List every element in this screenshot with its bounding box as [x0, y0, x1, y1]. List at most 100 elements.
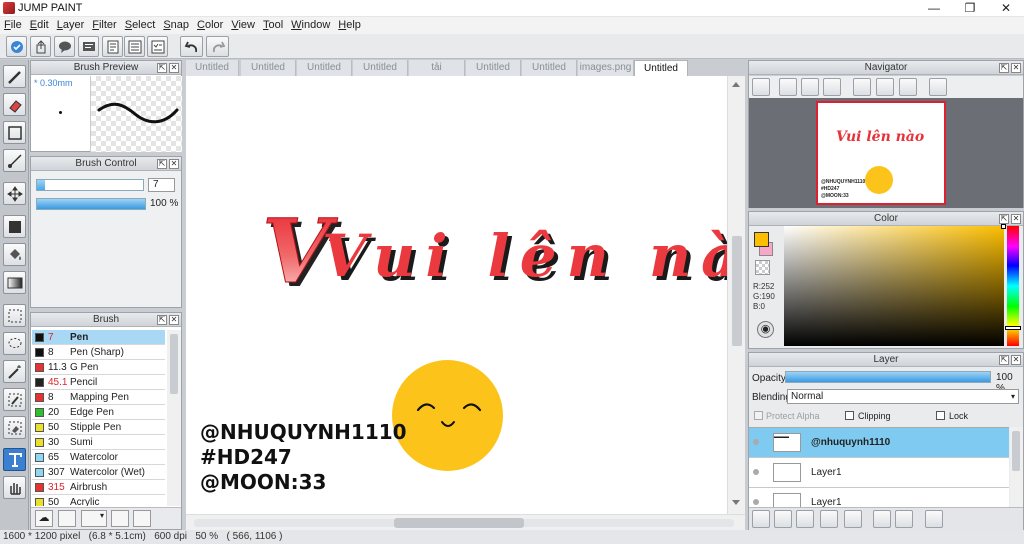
- brush-item[interactable]: 8 Pen (Sharp): [32, 345, 165, 360]
- redo-button[interactable]: [206, 36, 229, 57]
- message-icon[interactable]: [78, 36, 99, 57]
- menu-window[interactable]: Window: [287, 17, 334, 34]
- tab-untitled-3[interactable]: Untitled: [297, 60, 352, 76]
- lock-option[interactable]: Lock: [936, 411, 968, 421]
- new-layer-from-icon[interactable]: [774, 510, 792, 528]
- canvas-vertical-scrollbar[interactable]: [727, 76, 745, 514]
- transparent-color-swatch[interactable]: [755, 260, 770, 275]
- minimize-button[interactable]: —: [916, 0, 952, 17]
- duplicate-layer-icon[interactable]: [796, 510, 814, 528]
- menu-view[interactable]: View: [227, 17, 259, 34]
- brush-item[interactable]: 50 Acrylic: [32, 495, 165, 506]
- brush-item[interactable]: 8 Mapping Pen: [32, 390, 165, 405]
- brush-item[interactable]: 65 Watercolor: [32, 450, 165, 465]
- menu-color[interactable]: Color: [193, 17, 227, 34]
- brush-item[interactable]: 50 Stipple Pen: [32, 420, 165, 435]
- brush-list-scrollbar[interactable]: [167, 330, 181, 506]
- menu-tool[interactable]: Tool: [259, 17, 287, 34]
- hand-tool-icon[interactable]: [3, 476, 26, 499]
- tab-untitled-1[interactable]: Untitled: [186, 60, 239, 76]
- layer-list-scrollbar[interactable]: [1010, 427, 1023, 507]
- tab-tai-xuong[interactable]: tải xuống.jpg: [409, 60, 465, 89]
- line-tool-icon[interactable]: [3, 149, 26, 172]
- layer-row[interactable]: Layer1: [749, 458, 1009, 488]
- layer-folder-icon[interactable]: [844, 510, 862, 528]
- undock-icon[interactable]: ⇱: [999, 214, 1009, 224]
- brush-item[interactable]: 7 Pen: [32, 330, 165, 345]
- brush-size-input[interactable]: 7: [148, 178, 175, 192]
- palette-icon[interactable]: ◉: [757, 321, 774, 338]
- zoom-fit-icon[interactable]: [752, 78, 770, 96]
- zoom-in-icon[interactable]: [779, 78, 797, 96]
- brush-item[interactable]: 20 Edge Pen: [32, 405, 165, 420]
- layer-visibility-icon[interactable]: [753, 469, 759, 475]
- brush-opacity-slider[interactable]: [36, 198, 146, 210]
- navigator-view[interactable]: Vui lên nào @NHUQUYNH1110 #HD247 @MOON:3…: [749, 98, 1023, 208]
- close-button[interactable]: ✕: [988, 0, 1024, 17]
- magic-wand-tool-icon[interactable]: [3, 360, 26, 383]
- tab-untitled-5[interactable]: Untitled: [466, 60, 521, 76]
- share-icon[interactable]: [30, 36, 51, 57]
- lock-checkbox[interactable]: [936, 411, 945, 420]
- eraser-tool-icon[interactable]: [3, 93, 26, 116]
- tab-images-png[interactable]: images.png: [578, 60, 634, 76]
- navigator-thumbnail[interactable]: Vui lên nào @NHUQUYNH1110 #HD247 @MOON:3…: [816, 101, 946, 205]
- menu-filter[interactable]: Filter: [88, 17, 120, 34]
- hue-slider-handle[interactable]: [1005, 326, 1021, 330]
- undock-icon[interactable]: ⇱: [999, 63, 1009, 73]
- brush-item[interactable]: 45.1 Pencil: [32, 375, 165, 390]
- menu-file[interactable]: File: [0, 17, 26, 34]
- brush-menu-icon[interactable]: ▾: [81, 510, 107, 527]
- shape-tool-icon[interactable]: [3, 121, 26, 144]
- menu-help[interactable]: Help: [334, 17, 365, 34]
- layer-row[interactable]: ▬▬▬ @nhuquynh1110: [749, 428, 1009, 458]
- list-icon[interactable]: [124, 36, 145, 57]
- brush-tool-icon[interactable]: [3, 65, 26, 88]
- comment-icon[interactable]: [54, 36, 75, 57]
- new-brush-icon[interactable]: [58, 510, 76, 527]
- maximize-button[interactable]: ❐: [952, 0, 988, 17]
- panel-close-icon[interactable]: ✕: [1011, 214, 1021, 224]
- cloud-check-icon[interactable]: [6, 36, 27, 57]
- canvas-hscroll-thumb[interactable]: [394, 518, 524, 528]
- layer-list-scroll-thumb[interactable]: [1012, 431, 1020, 471]
- move-tool-icon[interactable]: [3, 182, 26, 205]
- panel-close-icon[interactable]: ✕: [169, 159, 179, 169]
- tab-untitled-4[interactable]: Untitled: [353, 60, 408, 76]
- brush-cloud-icon[interactable]: ☁: [35, 510, 53, 527]
- zoom-out-icon[interactable]: [823, 78, 841, 96]
- gradient-tool-icon[interactable]: [3, 271, 26, 294]
- undo-button[interactable]: [180, 36, 203, 57]
- lasso-tool-icon[interactable]: [3, 332, 26, 355]
- canvas-horizontal-scrollbar[interactable]: [186, 514, 745, 530]
- menu-edit[interactable]: Edit: [26, 17, 53, 34]
- rotate-left-icon[interactable]: [853, 78, 871, 96]
- drawing-canvas[interactable]: V V Vui lên nào @NHUQUYNH1110 #HD247 @MO…: [186, 76, 787, 514]
- undock-icon[interactable]: ⇱: [999, 355, 1009, 365]
- brush-size-slider[interactable]: [36, 179, 144, 191]
- panel-close-icon[interactable]: ✕: [169, 315, 179, 325]
- text-tool-icon[interactable]: [3, 448, 26, 471]
- panel-close-icon[interactable]: ✕: [1011, 355, 1021, 365]
- brush-list-scroll-thumb[interactable]: [170, 334, 178, 394]
- layer-row[interactable]: Layer1: [749, 488, 1009, 507]
- fit-window-icon[interactable]: [801, 78, 819, 96]
- protect-alpha-checkbox[interactable]: [754, 411, 763, 420]
- color-picker-cursor[interactable]: [1001, 224, 1006, 229]
- layer-visibility-icon[interactable]: [753, 439, 759, 445]
- protect-alpha-option[interactable]: Protect Alpha: [754, 411, 820, 421]
- canvas-vscroll-thumb[interactable]: [732, 236, 742, 346]
- rotate-right-icon[interactable]: [899, 78, 917, 96]
- layer-opacity-slider[interactable]: [785, 371, 991, 383]
- scroll-down-icon[interactable]: [732, 500, 740, 505]
- tab-untitled-6[interactable]: Untitled: [522, 60, 577, 76]
- panel-close-icon[interactable]: ✕: [169, 63, 179, 73]
- saturation-value-picker[interactable]: [784, 224, 1006, 346]
- brush-item[interactable]: 11.3 G Pen: [32, 360, 165, 375]
- copy-layer-icon[interactable]: [873, 510, 891, 528]
- undock-icon[interactable]: ⇱: [157, 315, 167, 325]
- checklist-icon[interactable]: [147, 36, 168, 57]
- tab-untitled-2[interactable]: Untitled: [241, 60, 296, 76]
- undock-icon[interactable]: ⇱: [157, 159, 167, 169]
- brush-settings-icon[interactable]: [111, 510, 129, 527]
